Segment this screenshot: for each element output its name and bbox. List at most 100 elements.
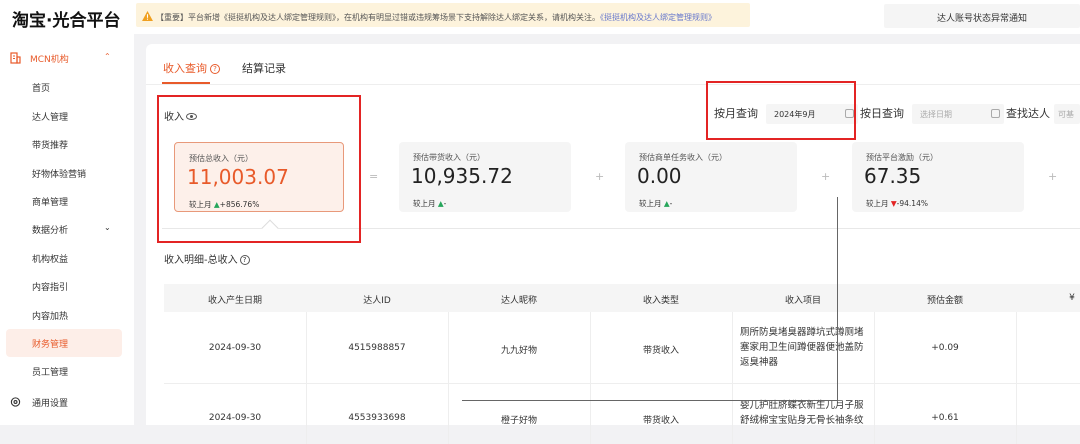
compare-label: 较上月 <box>639 199 662 208</box>
plus-operator: + <box>821 170 831 183</box>
sidebar-item-guide[interactable]: 内容指引 <box>0 272 134 300</box>
sidebar-item-staff[interactable]: 员工管理 <box>0 357 134 385</box>
column-divider <box>732 312 733 384</box>
column-header: 预估金额 <box>926 296 963 306</box>
order-task-income-card[interactable]: 预估商单任务收入（元） 0.00 较上月 ▲- <box>625 142 797 212</box>
tab-income-query[interactable]: 收入查询? <box>163 60 220 76</box>
app-logo[interactable]: 淘宝·光合平台 <box>12 6 120 31</box>
abnormal-account-notice[interactable]: 达人账号状态异常通知 <box>884 4 1080 28</box>
column-divider <box>732 384 733 444</box>
talent-search-placeholder: 可基 <box>1058 110 1074 119</box>
cell-date: 2024-09-30 <box>208 413 262 423</box>
sidebar-item-boost[interactable]: 内容加热 <box>0 301 134 329</box>
cell-nickname: 九九好物 <box>500 346 537 356</box>
sidebar-item-label: 机构权益 <box>32 255 69 265</box>
item-line: 返臭神器 <box>740 357 779 368</box>
column-header: ¥ <box>1069 293 1075 303</box>
column-header: 收入类型 <box>642 296 679 306</box>
top-bar: 淘宝·光合平台 【重要】平台新增《挺挺机构及达人绑定管理规则》，在机构有明显过错… <box>0 0 1080 34</box>
column-divider <box>306 384 307 444</box>
annotation-box-month-query <box>706 81 856 140</box>
table-row[interactable]: 2024-09-30 4553933698 橙子好物 带货收入 婴儿护肚脐蝶衣新… <box>164 384 1080 444</box>
sidebar-item-label: 达人管理 <box>32 113 69 123</box>
column-divider <box>590 384 591 444</box>
card-label: 预估带货收入（元） <box>413 153 485 162</box>
sidebar-item-label: 通用设置 <box>32 399 69 409</box>
sidebar-item-label: 首页 <box>32 84 51 94</box>
sidebar-item-label: 财务管理 <box>32 340 69 350</box>
platform-incentive-card[interactable]: 预估平台激励（元） 67.35 较上月 ▼-94.14% <box>852 142 1024 212</box>
compare-label: 较上月 <box>866 199 889 208</box>
change-value: - <box>443 199 447 208</box>
sidebar-item-rights[interactable]: 机构权益 <box>0 244 134 272</box>
column-header: 收入项目 <box>784 296 821 306</box>
sidebar-item-talent[interactable]: 达人管理 <box>0 102 134 130</box>
chevron-down-icon: ⌄ <box>104 223 111 232</box>
sidebar-item-label: 商单管理 <box>32 198 69 208</box>
card-value: 0.00 <box>637 164 682 188</box>
plus-operator: + <box>595 170 605 183</box>
cell-nickname: 橙子好物 <box>500 416 537 426</box>
card-comparison: 较上月 ▼-94.14% <box>866 198 928 209</box>
find-talent-label: 查找达人 <box>1006 107 1050 120</box>
annotation-line <box>837 197 838 401</box>
column-divider <box>1016 384 1017 444</box>
sidebar-group-mcn[interactable]: MCN机构 ⌃ <box>0 44 134 72</box>
compare-label: 较上月 <box>413 199 436 208</box>
detail-section-title: 收入明细-总收入? <box>164 251 250 266</box>
gear-icon <box>10 397 21 407</box>
card-comparison: 较上月 ▲- <box>639 198 672 209</box>
tab-label: 收入查询 <box>163 62 207 75</box>
sidebar-item-label: 带货推荐 <box>32 141 69 151</box>
card-value: 67.35 <box>864 164 922 188</box>
cell-talent-id: 4515988857 <box>348 343 406 353</box>
building-icon <box>10 52 21 64</box>
help-icon[interactable]: ? <box>239 255 250 265</box>
tab-label: 结算记录 <box>242 62 286 75</box>
card-comparison: 较上月 ▲- <box>413 198 446 209</box>
cell-income-type: 带货收入 <box>642 346 679 356</box>
sidebar-item-analytics[interactable]: 数据分析 ⌄ <box>0 215 134 243</box>
cell-date: 2024-09-30 <box>208 343 262 353</box>
cell-income-item: 厕所防臭堵臭器蹲坑式蹲厕堵 塞家用卫生间蹲便器便池盖防 返臭神器 <box>740 325 872 370</box>
column-divider <box>448 384 449 444</box>
card-label: 预估平台激励（元） <box>866 153 938 162</box>
column-header: 达人ID <box>363 296 391 306</box>
goods-income-card[interactable]: 预估带货收入（元） 10,935.72 较上月 ▲- <box>399 142 571 212</box>
sidebar-item-label: 数据分析 <box>32 226 69 236</box>
day-picker[interactable]: 选择日期 <box>912 104 1004 124</box>
warning-icon <box>142 11 153 21</box>
day-picker-placeholder: 选择日期 <box>920 110 952 119</box>
sidebar-item-settings[interactable]: 通用设置 <box>0 388 134 416</box>
table-row[interactable]: 2024-09-30 4515988857 九九好物 带货收入 厕所防臭堵臭器蹲… <box>164 312 1080 384</box>
notice-text: 【重要】平台新增《挺挺机构及达人绑定管理规则》，在机构有明显过错或违规筹场景下支… <box>156 13 600 22</box>
column-divider <box>1016 312 1017 384</box>
cell-talent-id: 4553933698 <box>348 413 406 423</box>
detail-title-text: 收入明细-总收入 <box>164 255 238 266</box>
equals-operator: = <box>369 170 379 183</box>
day-query-label: 按日查询 <box>860 107 904 120</box>
item-line: 塞家用卫生间蹲便器便池盖防 <box>740 342 864 353</box>
tab-divider <box>146 84 1080 85</box>
chevron-up-icon: ⌃ <box>104 52 111 61</box>
cell-income-item: 婴儿护肚脐蝶衣新生儿月子服 舒绒棉宝宝贴身无骨长袖条纹 <box>740 398 872 428</box>
sidebar-item-home[interactable]: 首页 <box>0 73 134 101</box>
sidebar-item-experience[interactable]: 好物体验营销 <box>0 159 134 187</box>
annotation-box-income <box>157 95 361 243</box>
help-icon[interactable]: ? <box>210 64 220 74</box>
talent-search-input[interactable]: 可基 <box>1054 104 1080 124</box>
sidebar-item-label: 内容加热 <box>32 312 69 322</box>
sidebar-item-finance[interactable]: 财务管理 <box>6 329 122 357</box>
cell-amount: +0.61 <box>931 413 959 423</box>
column-divider <box>874 312 875 384</box>
item-line: 厕所防臭堵臭器蹲坑式蹲厕堵 <box>740 327 864 338</box>
notice-link[interactable]: 《挺挺机构及达人绑定管理规则》 <box>600 13 716 22</box>
sidebar-item-recommend[interactable]: 带货推荐 <box>0 130 134 158</box>
sidebar-item-orders[interactable]: 商单管理 <box>0 187 134 215</box>
column-divider <box>448 312 449 384</box>
column-divider <box>874 384 875 444</box>
item-line: 舒绒棉宝宝贴身无骨长袖条纹 <box>740 415 864 426</box>
tab-settlement-records[interactable]: 结算记录 <box>242 60 286 76</box>
annotation-line <box>462 400 838 401</box>
change-value: -94.14% <box>896 199 928 208</box>
